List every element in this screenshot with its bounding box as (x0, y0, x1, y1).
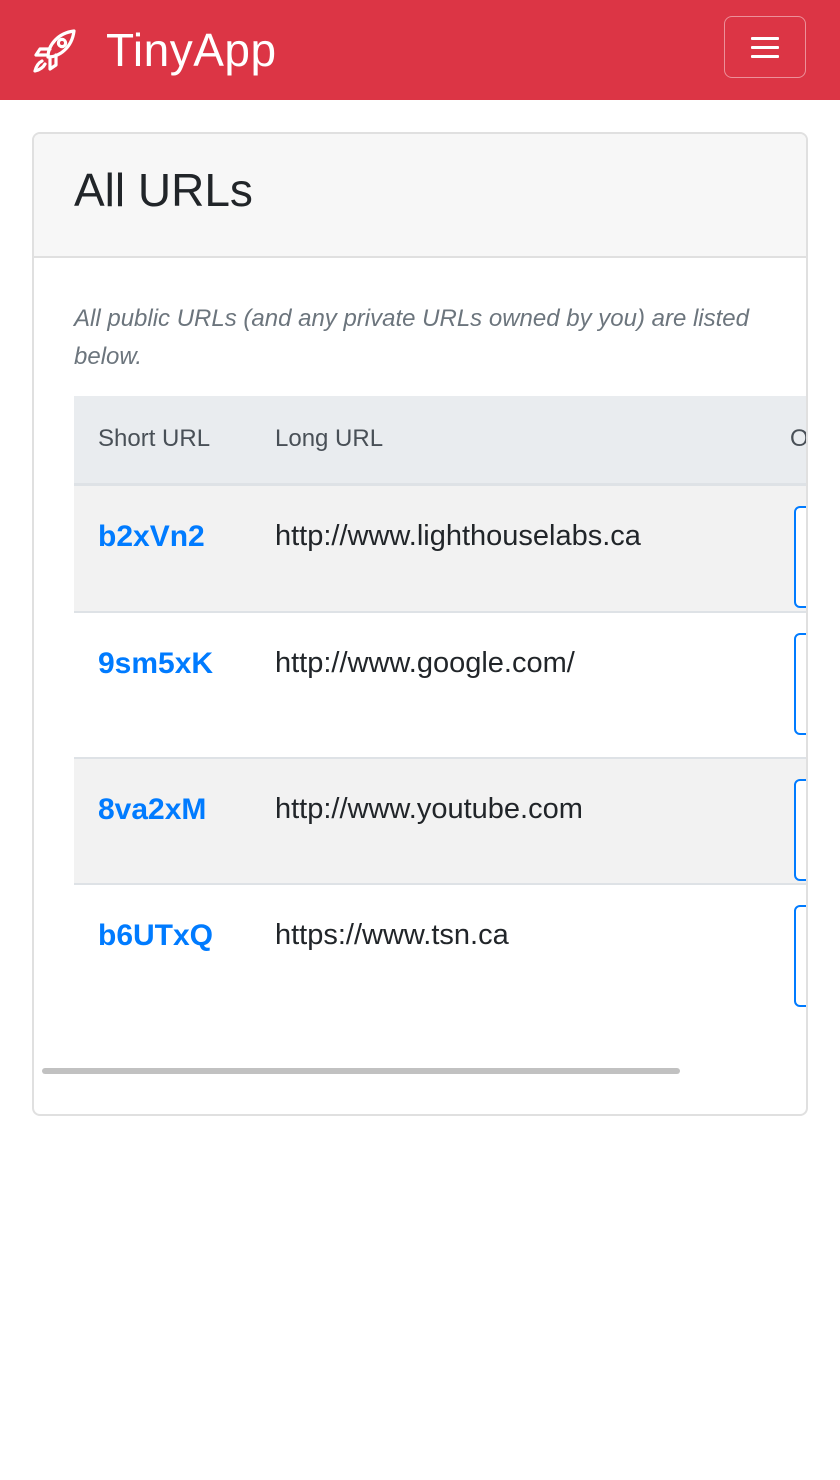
table-row: 8va2xM http://www.youtube.com (74, 758, 806, 885)
long-url-text: http://www.youtube.com (275, 793, 583, 825)
rocket-icon (30, 25, 80, 75)
edit-button[interactable] (794, 633, 806, 735)
long-url-cell: https://www.tsn.ca (251, 884, 742, 1012)
long-url-cell: http://www.lighthouselabs.ca (251, 484, 742, 613)
long-url-text: http://www.google.com/ (275, 647, 575, 679)
card-header: All URLs (34, 134, 806, 258)
long-url-text: https://www.tsn.ca (275, 919, 509, 951)
short-url-link[interactable]: b2xVn2 (98, 520, 205, 553)
table-row: 9sm5xK http://www.google.com/ (74, 612, 806, 759)
table-header-row: Short URL Long URL O (74, 396, 806, 486)
urls-table-container[interactable]: Short URL Long URL O b2xVn2 http://www.l… (74, 396, 806, 1026)
table-row: b6UTxQ https://www.tsn.ca (74, 884, 806, 1012)
urls-table: Short URL Long URL O b2xVn2 http://www.l… (74, 396, 806, 1012)
short-url-link[interactable]: 8va2xM (98, 793, 206, 826)
options-cell (742, 884, 806, 1012)
scrollbar-thumb[interactable] (42, 1068, 680, 1074)
options-cell (742, 612, 806, 759)
edit-button[interactable] (794, 905, 806, 1007)
edit-button[interactable] (794, 779, 806, 881)
horizontal-scrollbar[interactable] (42, 1068, 682, 1076)
hamburger-menu-icon (751, 36, 779, 58)
table-row: b2xVn2 http://www.lighthouselabs.ca (74, 484, 806, 613)
long-url-cell: http://www.google.com/ (251, 612, 742, 759)
short-url-cell: b6UTxQ (74, 884, 251, 1012)
page-title: All URLs (74, 164, 253, 216)
navbar: TinyApp (0, 0, 840, 100)
long-url-cell: http://www.youtube.com (251, 758, 742, 885)
long-url-text: http://www.lighthouselabs.ca (275, 519, 641, 552)
edit-button[interactable] (794, 505, 806, 608)
column-header-short-url: Short URL (74, 396, 251, 486)
brand-name: TinyApp (106, 24, 277, 76)
navbar-toggle-button[interactable] (724, 16, 806, 78)
options-cell (742, 484, 806, 613)
short-url-cell: b2xVn2 (74, 484, 251, 613)
options-cell (742, 758, 806, 885)
column-header-long-url: Long URL (251, 396, 742, 486)
urls-card: All URLs All public URLs (and any privat… (32, 132, 808, 1116)
short-url-cell: 9sm5xK (74, 612, 251, 759)
intro-text: All public URLs (and any private URLs ow… (74, 305, 749, 370)
short-url-link[interactable]: 9sm5xK (98, 647, 213, 680)
column-header-options: O (742, 396, 806, 486)
short-url-cell: 8va2xM (74, 758, 251, 885)
brand-link[interactable]: TinyApp (30, 18, 277, 82)
short-url-link[interactable]: b6UTxQ (98, 919, 213, 952)
